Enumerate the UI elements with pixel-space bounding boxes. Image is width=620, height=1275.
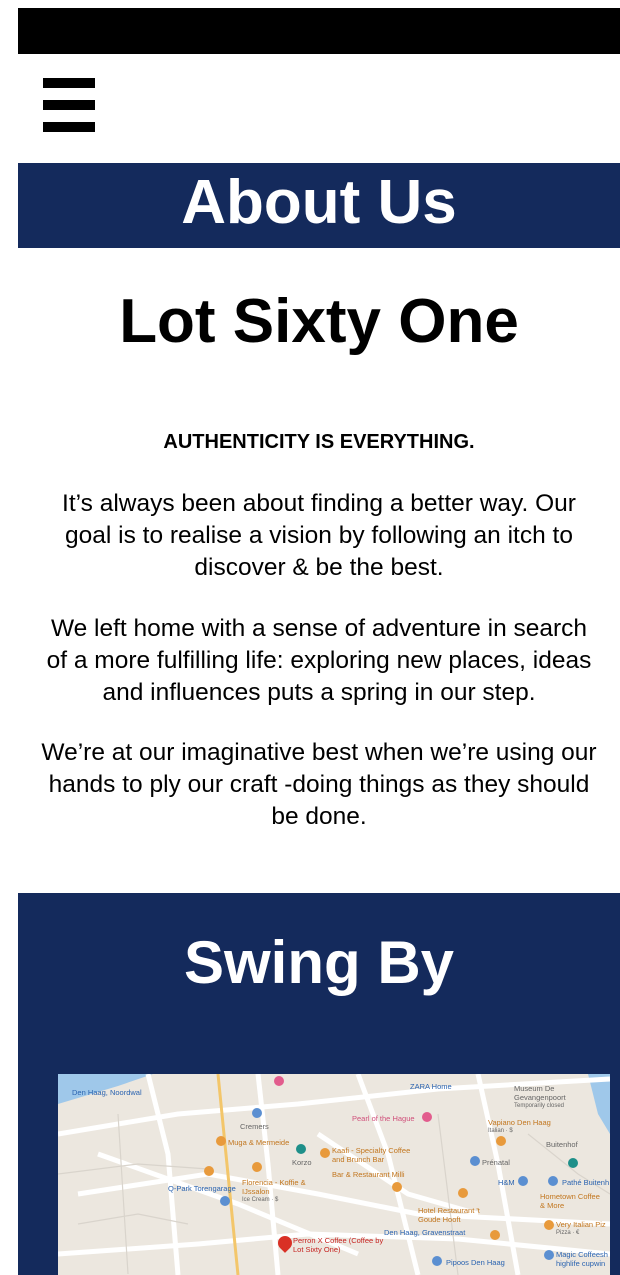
map-label-pathe: Pathé Buitenh	[562, 1178, 610, 1187]
brand-title: Lot Sixty One	[119, 287, 519, 356]
poi-pin-icon	[252, 1108, 262, 1118]
poi-pin-icon	[252, 1162, 262, 1172]
map-label-noordwal: Den Haag, Noordwal	[72, 1088, 142, 1097]
map-label-zara: ZARA Home	[410, 1082, 452, 1091]
poi-pin-icon	[216, 1136, 226, 1146]
about-paragraph-2: We left home with a sense of adventure i…	[46, 615, 592, 706]
map-label-museum: Museum De Gevangenpoort	[514, 1084, 566, 1102]
map-label-hotel: Hotel Restaurant 't Goude Hooft	[418, 1206, 480, 1224]
tagline: AUTHENTICITY IS EVERYTHING.	[163, 431, 475, 453]
map-label-prenatal: Prénatal	[482, 1158, 510, 1167]
map-label-vapiano: Vapiano Den Haag	[488, 1118, 551, 1127]
map-label-qpark: Q-Park Torengarage	[168, 1184, 236, 1193]
map-label-muga: Muga & Mermeide	[228, 1138, 290, 1147]
swing-by-section: Swing By Den Haag, Noordwal ZARA Home Mu…	[18, 893, 620, 1275]
poi-pin-icon	[544, 1250, 554, 1260]
poi-pin-icon	[470, 1156, 480, 1166]
poi-pin-icon	[204, 1166, 214, 1176]
map-label-italian: Italian · $	[488, 1128, 513, 1134]
map-label-magic: Magic Coffeesh highlife cupwin	[556, 1250, 608, 1268]
poi-pin-icon	[518, 1176, 528, 1186]
menu-line	[43, 78, 95, 88]
poi-pin-icon	[320, 1148, 330, 1158]
poi-pin-icon	[490, 1230, 500, 1240]
poi-pin-icon	[548, 1176, 558, 1186]
poi-pin-icon	[422, 1112, 432, 1122]
map-label-perron: Perron X Coffee (Coffee by Lot Sixty One…	[293, 1236, 384, 1254]
map-label-buitenhof: Buitenhof	[546, 1140, 578, 1149]
poi-pin-icon	[544, 1220, 554, 1230]
poi-pin-icon	[496, 1136, 506, 1146]
map-label-temp-closed: Temporarily closed	[514, 1103, 565, 1109]
poi-pin-icon	[296, 1144, 306, 1154]
map-label-hm: H&M	[498, 1178, 515, 1187]
poi-pin-icon	[568, 1158, 578, 1168]
map-label-gravenstraat: Den Haag, Gravenstraat	[384, 1228, 466, 1237]
hamburger-menu-icon[interactable]	[43, 78, 95, 132]
map-label-bar-milli: Bar & Restaurant Milli	[332, 1170, 405, 1179]
menu-line	[43, 100, 95, 110]
about-paragraph-3: We’re at our imaginative best when we’re…	[41, 739, 597, 830]
map-label-kaafi: Kaafi - Specialty Coffee and Brunch Bar	[332, 1146, 411, 1164]
top-black-bar	[18, 8, 620, 54]
map-label-florencia: Florencia - Koffie & IJssalon	[242, 1178, 306, 1196]
map-label-ice-cream: Ice Cream · $	[242, 1197, 279, 1203]
poi-pin-icon	[274, 1076, 284, 1086]
map-label-pearl: Pearl of the Hague	[352, 1114, 415, 1123]
about-paragraph-1: It’s always been about finding a better …	[62, 490, 576, 581]
about-us-banner: About Us	[18, 163, 620, 248]
poi-pin-icon	[432, 1256, 442, 1266]
map-label-hometown: Hometown Coffee & More	[540, 1192, 600, 1210]
location-map[interactable]: Den Haag, Noordwal ZARA Home Museum De G…	[58, 1074, 610, 1275]
poi-pin-icon	[220, 1196, 230, 1206]
map-label-pipoos: Pipoos Den Haag	[446, 1258, 505, 1267]
map-label-cremers: Cremers	[240, 1122, 269, 1131]
swing-by-title: Swing By	[183, 929, 455, 996]
map-label-pizza: Pizza · €	[556, 1230, 580, 1236]
poi-pin-icon	[392, 1182, 402, 1192]
map-label-very-italian: Very Italian Piz	[556, 1220, 606, 1229]
menu-line	[43, 122, 95, 132]
map-label-korzo: Korzo	[292, 1158, 312, 1167]
poi-pin-icon	[458, 1188, 468, 1198]
